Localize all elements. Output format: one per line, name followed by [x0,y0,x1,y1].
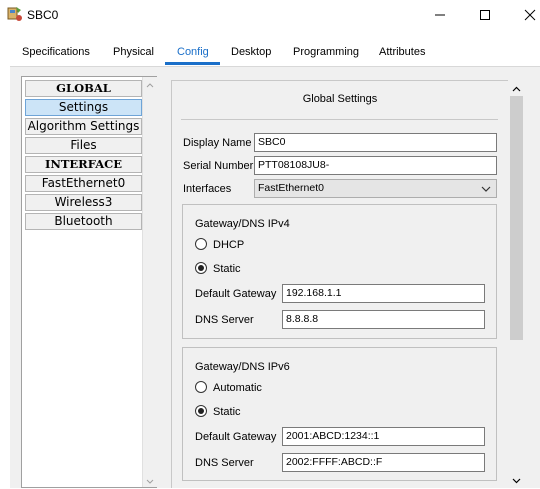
interfaces-label: Interfaces [183,183,232,195]
serial-number-label: Serial Number [183,160,254,172]
interfaces-dropdown[interactable]: FastEthernet0 [254,179,497,198]
scroll-up-icon[interactable] [143,79,157,93]
tab-desktop[interactable]: Desktop [231,46,271,58]
chevron-down-icon [481,186,491,192]
ipv6-static-radio[interactable] [195,405,207,417]
ipv6-static-label[interactable]: Static [213,406,241,418]
sidebar-item-bluetooth[interactable]: Bluetooth [25,213,142,230]
sidebar-item-fastethernet0[interactable]: FastEthernet0 [25,175,142,192]
minimize-icon [435,14,445,16]
ipv4-dns-field[interactable]: 8.8.8.8 [282,310,485,329]
ipv6-dns-field[interactable]: 2002:FFFF:ABCD::F [282,453,485,472]
ipv6-gateway-field[interactable]: 2001:ABCD:1234::1 [282,427,485,446]
active-tab-indicator [165,62,220,65]
ipv4-dhcp-label[interactable]: DHCP [213,239,244,251]
ipv6-gateway-label: Default Gateway [195,431,277,443]
sidebar-item-settings[interactable]: Settings [25,99,142,116]
tab-specifications[interactable]: Specifications [22,46,90,58]
tab-config[interactable]: Config [177,46,209,58]
app-icon [6,5,24,23]
maximize-button[interactable] [462,0,508,30]
tab-programming[interactable]: Programming [293,46,359,58]
ipv4-dhcp-radio[interactable] [195,238,207,250]
window-title: SBC0 [27,8,59,22]
sidebar-scrollbar[interactable] [142,77,157,487]
interfaces-selected: FastEthernet0 [258,182,324,194]
sidebar-header-interface: INTERFACE [25,156,142,173]
close-icon [524,9,536,21]
ipv6-automatic-label[interactable]: Automatic [213,382,262,394]
scroll-down-icon[interactable] [143,475,157,489]
serial-number-field[interactable]: PTT08108JU8- [254,156,497,175]
ipv4-static-label[interactable]: Static [213,263,241,275]
ipv4-gateway-field[interactable]: 192.168.1.1 [282,284,485,303]
scroll-up-icon[interactable] [508,82,525,96]
divider [181,119,498,120]
maximize-icon [480,10,490,20]
tab-physical[interactable]: Physical [113,46,154,58]
panel-title: Global Settings [302,93,378,105]
ipv6-automatic-radio[interactable] [195,381,207,393]
sidebar-item-wireless3[interactable]: Wireless3 [25,194,142,211]
close-button[interactable] [507,0,540,30]
sidebar-item-files[interactable]: Files [25,137,142,154]
tab-attributes[interactable]: Attributes [379,46,425,58]
ipv6-group-title: Gateway/DNS IPv6 [195,361,290,373]
display-name-field[interactable]: SBC0 [254,133,497,152]
ipv6-dns-label: DNS Server [195,457,254,469]
sidebar-header-global: GLOBAL [25,80,142,97]
minimize-button[interactable] [417,0,463,30]
scrollbar-thumb[interactable] [510,96,523,340]
ipv4-group-title: Gateway/DNS IPv4 [195,218,290,230]
ipv4-dns-label: DNS Server [195,314,254,326]
display-name-label: Display Name [183,137,252,149]
ipv4-static-radio[interactable] [195,262,207,274]
sidebar-item-algorithm-settings[interactable]: Algorithm Settings [25,118,142,135]
config-sidebar: GLOBAL Settings Algorithm Settings Files… [21,76,157,488]
ipv4-gateway-label: Default Gateway [195,288,277,300]
scroll-down-icon[interactable] [508,474,525,488]
